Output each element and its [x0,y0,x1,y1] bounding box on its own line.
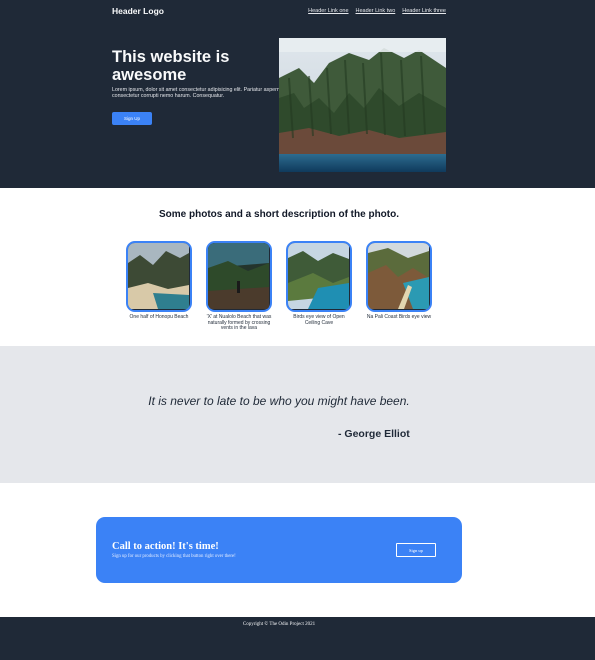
footer: Copyright © The Odin Project 2021 [0,617,595,660]
photo-card: One half of Honopu Beach [126,241,192,321]
photo-caption: Birds eye view of Open Ceiling Cave [293,314,345,326]
quote-text: It is never to late to be who you might … [148,394,410,408]
photo-card: Birds eye view of Open Ceiling Cave [286,241,352,326]
photos-title: Some photos and a short description of t… [159,209,399,220]
photo-card: 'X' at Nualolo Beach that was naturally … [206,241,272,332]
header-logo[interactable]: Header Logo [112,6,164,16]
photo-image [126,241,192,312]
hero-image [279,38,446,172]
photo-image [366,241,432,312]
footer-copyright: Copyright © The Odin Project 2021 [242,622,316,627]
cta-sign-up-button[interactable]: Sign up [396,543,436,557]
photo-caption: Na Pali Coast Birds eye view [366,314,432,320]
header-link-one[interactable]: Header Link one [308,8,348,14]
cta-box: Call to action! It's time! Sign up for o… [96,517,462,583]
photo-image [286,241,352,312]
cta-title: Call to action! It's time! [112,541,219,552]
photo-card: Na Pali Coast Birds eye view [366,241,432,321]
photo-caption: One half of Honopu Beach [129,314,189,320]
quote-section [0,346,595,483]
hero-section: Header Logo Header Link one Header Link … [0,0,595,188]
header-link-three[interactable]: Header Link three [402,8,446,14]
photo-image [206,241,272,312]
photo-caption: 'X' at Nualolo Beach that was naturally … [206,314,272,332]
header-nav: Header Link one Header Link two Header L… [308,8,446,14]
hero-title: This website is awesome [112,48,230,84]
quote-author: - George Elliot [338,428,410,440]
cta-subtitle: Sign up for our products by clicking tha… [112,554,236,559]
header-link-two[interactable]: Header Link two [356,8,396,14]
sign-up-button[interactable]: Sign Up [112,112,152,125]
hero-text: Lorem ipsum, dolor sit amet consectetur … [112,87,289,99]
